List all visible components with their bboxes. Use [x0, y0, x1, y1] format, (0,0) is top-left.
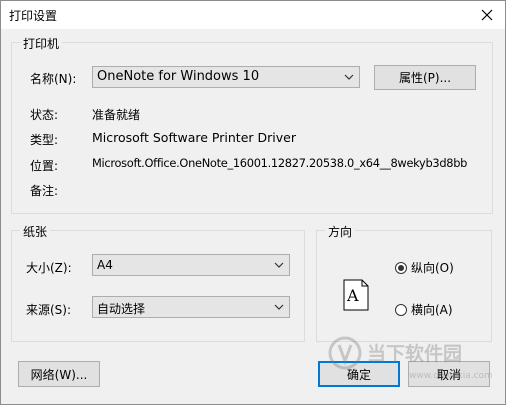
radio-circle	[395, 303, 407, 316]
portrait-page-icon: A	[343, 279, 369, 314]
radio-dot	[398, 264, 404, 271]
location-value: Microsoft.Office.OneNote_16001.12827.205…	[92, 156, 468, 170]
location-label: 位置:	[30, 159, 59, 173]
printer-name-value: OneNote for Windows 10	[97, 69, 260, 84]
landscape-radio[interactable]: 横向(A)	[395, 301, 453, 318]
paper-size-select[interactable]: A4	[92, 254, 290, 276]
watermark-text: 当下软件园	[367, 342, 462, 365]
portrait-radio[interactable]: 纵向(O)	[395, 259, 454, 276]
type-value: Microsoft Software Printer Driver	[92, 130, 296, 145]
portrait-label: 纵向(O)	[411, 261, 454, 275]
comment-label: 备注:	[30, 184, 59, 198]
paper-source-value: 自动选择	[97, 302, 146, 316]
paper-legend: 纸张	[20, 223, 51, 240]
printer-name-label: 名称(N):	[30, 72, 77, 86]
properties-button[interactable]: 属性(P)...	[374, 65, 476, 90]
close-button[interactable]	[473, 3, 501, 27]
watermark: 当下软件园 www.downxia.com	[327, 335, 497, 388]
paper-size-label: 大小(Z):	[26, 261, 72, 275]
orientation-legend: 方向	[325, 223, 356, 240]
landscape-label: 横向(A)	[411, 303, 453, 317]
paper-source-select[interactable]: 自动选择	[92, 296, 290, 318]
title-bar: 打印设置	[1, 1, 505, 29]
type-label: 类型:	[30, 133, 59, 147]
chevron-down-icon	[274, 304, 284, 310]
paper-group: 纸张 大小(Z): A4 来源(S): 自动选择	[11, 223, 305, 342]
orientation-group: 方向 A 纵向(O) 横向(A)	[316, 223, 492, 342]
radio-circle	[395, 261, 407, 274]
status-value: 准备就绪	[92, 108, 141, 122]
printer-legend: 打印机	[20, 35, 63, 52]
close-icon	[481, 9, 493, 21]
network-button[interactable]: 网络(W)...	[18, 361, 100, 387]
paper-source-label: 来源(S):	[26, 303, 72, 317]
status-label: 状态:	[30, 108, 59, 122]
chevron-down-icon	[344, 74, 354, 80]
printer-group: 打印机 名称(N): OneNote for Windows 10 属性(P).…	[11, 35, 493, 214]
print-setup-dialog: 打印设置 打印机 名称(N): OneNote for Windows 10 属…	[0, 0, 506, 405]
watermark-subtext: www.downxia.com	[409, 371, 493, 381]
chevron-down-icon	[274, 262, 284, 268]
printer-name-select[interactable]: OneNote for Windows 10	[92, 66, 360, 88]
paper-size-value: A4	[97, 258, 113, 272]
window-title: 打印设置	[9, 9, 58, 23]
orientation-icon-letter: A	[346, 286, 359, 305]
